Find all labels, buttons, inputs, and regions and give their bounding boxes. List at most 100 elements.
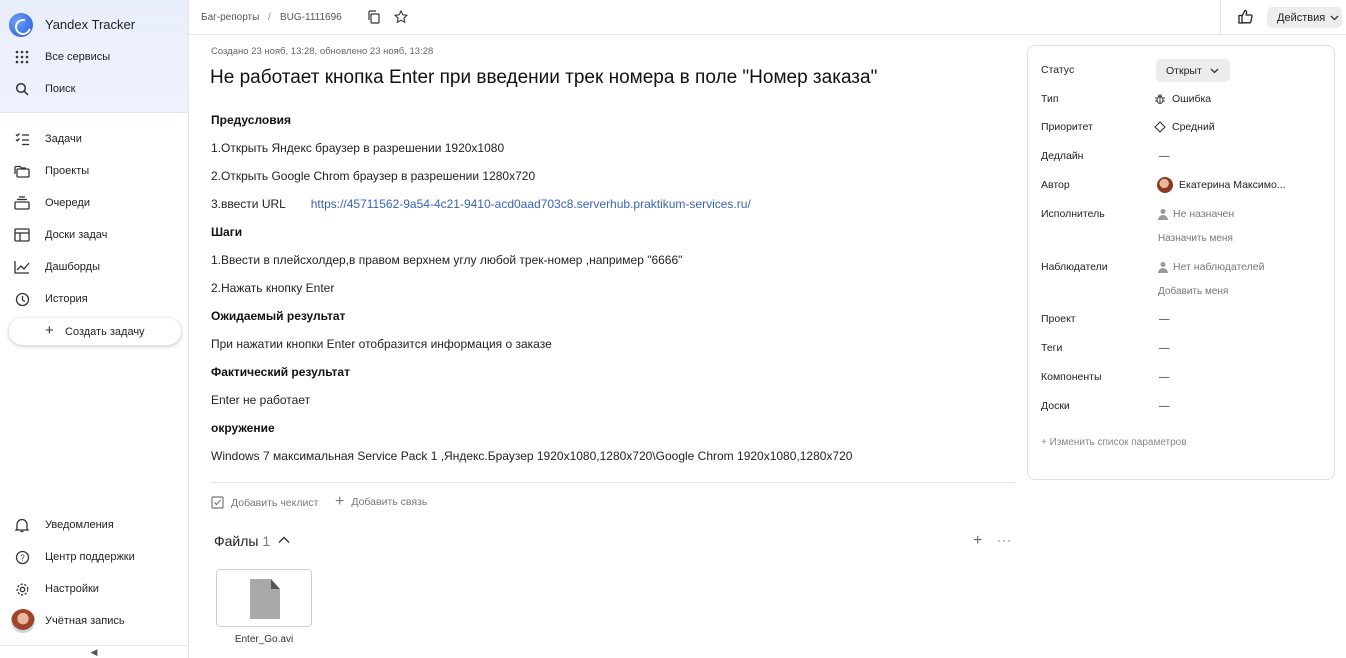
more-icon[interactable]: ···	[997, 533, 1012, 547]
files-section-title: Файлы 1	[214, 533, 270, 549]
sidebar-item-label: Очереди	[45, 197, 90, 209]
tracker-app: Yandex Tracker Все сервисы Поиск Задачи	[0, 0, 1346, 658]
file-name[interactable]: Enter_Go.avi	[216, 634, 312, 645]
field-label-priority: Приоритет	[1041, 121, 1093, 133]
field-value-tags[interactable]: —	[1159, 342, 1170, 354]
sidebar-item-support[interactable]: ? Центр поддержки	[0, 543, 188, 571]
field-label-boards: Доски	[1041, 400, 1070, 412]
copy-icon[interactable]	[367, 10, 381, 24]
plus-icon: +	[1041, 437, 1050, 448]
brand-name: Yandex Tracker	[45, 17, 136, 32]
sidebar-item-account[interactable]: Учётная запись	[0, 607, 188, 635]
yandex-tracker-logo[interactable]	[9, 13, 33, 37]
status-value: Открыт	[1166, 64, 1202, 77]
issue-meta: Создано 23 нояб, 13:28, обновлено 23 ноя…	[211, 46, 434, 57]
sidebar-item-label: Проекты	[45, 165, 90, 177]
sidebar-item-label: Учётная запись	[45, 615, 125, 627]
sidebar-item-queues[interactable]: Очереди	[0, 189, 188, 217]
desc-line: Windows 7 максимальная Service Pack 1 ,Я…	[211, 449, 853, 463]
add-checklist-label: Добавить чеклист	[231, 496, 319, 509]
desc-heading-actual: Фактический результат	[211, 365, 350, 379]
add-link-button[interactable]: + Добавить связь	[335, 493, 428, 510]
divider	[211, 482, 1015, 483]
priority-value: Средний	[1172, 121, 1215, 133]
sidebar-item-label: Задачи	[45, 133, 82, 145]
field-label-assignee: Исполнитель	[1041, 208, 1105, 220]
field-value-deadline[interactable]: —	[1159, 150, 1170, 162]
thumbs-up-icon[interactable]	[1238, 9, 1253, 24]
file-icon	[250, 579, 280, 619]
tasks-icon	[13, 130, 31, 148]
add-file-button[interactable]: +	[973, 533, 982, 549]
type-value: Ошибка	[1172, 93, 1212, 105]
sidebar-item-history[interactable]: История	[0, 285, 188, 313]
help-icon: ?	[13, 548, 31, 566]
projects-icon	[13, 162, 31, 180]
sidebar-header: Yandex Tracker Все сервисы Поиск	[0, 0, 188, 113]
field-value-priority[interactable]: Средний	[1154, 121, 1215, 133]
sidebar-item-label: Поиск	[45, 83, 76, 95]
collapse-sidebar-button[interactable]: ◀	[0, 645, 188, 658]
sidebar-item-all-services[interactable]: Все сервисы	[0, 43, 188, 71]
sidebar-item-tasks[interactable]: Задачи	[0, 125, 188, 153]
author-avatar	[1157, 177, 1173, 193]
sidebar-item-boards[interactable]: Доски задач	[0, 221, 188, 249]
edit-params-button[interactable]: + Изменить список параметров	[1041, 437, 1187, 448]
field-value-type[interactable]: Ошибка	[1154, 93, 1211, 105]
breadcrumb-issue-key[interactable]: BUG-1111696	[280, 12, 342, 23]
add-checklist-button[interactable]: Добавить чеклист	[211, 496, 318, 509]
field-label-project: Проект	[1041, 313, 1076, 325]
sidebar: Yandex Tracker Все сервисы Поиск Задачи	[0, 0, 189, 658]
field-value-followers[interactable]: Нет наблюдателей	[1157, 261, 1265, 273]
add-link-label: Добавить связь	[351, 496, 428, 508]
star-icon[interactable]	[393, 9, 409, 24]
field-label-tags: Теги	[1041, 342, 1063, 354]
field-label-status: Статус	[1041, 64, 1075, 76]
issue-fields-panel: Статус Открыт Тип Ошибка Приоритет Средн…	[1027, 45, 1335, 480]
add-me-link[interactable]: Добавить меня	[1158, 286, 1228, 297]
assignee-value: Не назначен	[1173, 208, 1235, 220]
sidebar-item-label: Доски задач	[45, 229, 108, 241]
sidebar-item-notifications[interactable]: Уведомления	[0, 511, 188, 539]
chevron-up-icon[interactable]	[277, 533, 291, 547]
desc-line: 2.Нажать кнопку Enter	[211, 281, 335, 295]
issue-title[interactable]: Не работает кнопка Enter при введении тр…	[210, 67, 877, 89]
desc-heading-preconditions: Предусловия	[211, 113, 291, 127]
field-value-project[interactable]: —	[1159, 313, 1170, 325]
sidebar-item-settings[interactable]: Настройки	[0, 575, 188, 603]
search-icon	[13, 80, 31, 98]
edit-params-label: Изменить список параметров	[1049, 437, 1187, 448]
person-icon	[1158, 209, 1168, 220]
field-value-author[interactable]: Екатерина Максимо...	[1157, 177, 1286, 193]
status-dropdown[interactable]: Открыт	[1156, 59, 1230, 82]
sidebar-item-search[interactable]: Поиск	[0, 75, 188, 103]
history-icon	[13, 290, 31, 308]
file-thumbnail[interactable]	[216, 569, 312, 627]
desc-line: 1.Ввести в плейсхолдер,в правом верхнем …	[211, 253, 683, 267]
svg-text:?: ?	[20, 553, 25, 562]
author-value: Екатерина Максимо...	[1179, 179, 1286, 191]
header-divider	[1220, 0, 1221, 35]
plus-icon: +	[335, 493, 345, 510]
field-value-components[interactable]: —	[1159, 371, 1170, 383]
top-header: Баг-репорты / BUG-1111696 Действия	[189, 0, 1346, 35]
desc-heading-expected: Ожидаемый результат	[211, 309, 346, 323]
field-value-boards[interactable]: —	[1159, 400, 1170, 412]
bell-icon	[13, 516, 31, 534]
sidebar-item-dashboards[interactable]: Дашборды	[0, 253, 188, 281]
assign-me-link[interactable]: Назначить меня	[1158, 233, 1233, 244]
breadcrumb-separator: /	[268, 12, 271, 23]
desc-heading-steps: Шаги	[211, 225, 243, 239]
sidebar-item-label: Настройки	[45, 583, 99, 595]
diamond-icon	[1154, 121, 1166, 133]
sidebar-item-label: Дашборды	[45, 261, 100, 273]
breadcrumb-queue[interactable]: Баг-репорты	[201, 12, 259, 23]
create-task-button[interactable]: + Создать задачу	[9, 318, 181, 345]
server-url-link[interactable]: https://45711562-9a54-4c21-9410-acd0aad7…	[311, 197, 751, 211]
desc-line: 2.Открыть Google Chrom браузер в разреше…	[211, 169, 536, 183]
chevron-down-icon	[1330, 15, 1339, 20]
sidebar-item-projects[interactable]: Проекты	[0, 157, 188, 185]
actions-button[interactable]: Действия	[1267, 7, 1342, 28]
field-value-assignee[interactable]: Не назначен	[1157, 208, 1234, 220]
field-label-followers: Наблюдатели	[1041, 261, 1108, 273]
